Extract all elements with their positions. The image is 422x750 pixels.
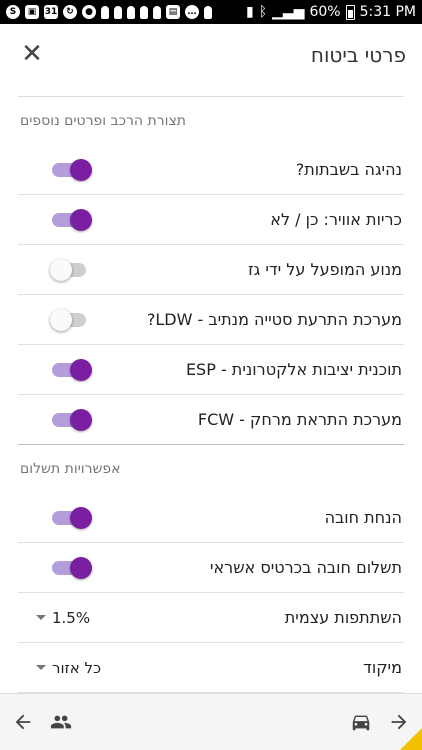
pawn-icon (127, 5, 135, 19)
setting-label: נהיגה בשבתות? (295, 160, 402, 179)
toggle-thumb (70, 158, 92, 181)
skype-icon: S (6, 5, 20, 19)
setting-row-gas-engine[interactable]: מנוע המופעל על ידי גז (18, 245, 404, 295)
section-header-vehicle: תצורת הרכב ופרטים נוספים (20, 113, 186, 129)
setting-label: תשלום חובה בכרטיס אשראי (209, 558, 402, 577)
setting-row-deductible[interactable]: 1.5% השתתפות עצמית (18, 593, 404, 643)
battery-percent: 60% (309, 4, 341, 20)
toggle-fcw[interactable] (50, 408, 92, 432)
corner-badge (400, 728, 422, 750)
deductible-value: 1.5% (52, 608, 91, 627)
setting-row-mandatory-discount[interactable]: הנחת חובה (18, 493, 404, 543)
setting-row-ldw[interactable]: מערכת התרעת סטייה מנתיב - LDW? (18, 295, 404, 345)
toggle-thumb (70, 506, 92, 529)
people-icon[interactable] (48, 709, 74, 735)
bottom-nav-bar (0, 693, 422, 750)
setting-label: מיקוד (363, 658, 402, 677)
setting-label: מנוע המופעל על ידי גז (248, 260, 402, 279)
photo-icon: ▣ (25, 5, 39, 19)
pawn-icon (204, 5, 212, 19)
toggle-thumb (70, 556, 92, 579)
pawn-icon (114, 5, 122, 19)
battery-icon (345, 4, 355, 20)
settings-list[interactable]: תצורת הרכב ופרטים נוספים נהיגה בשבתות? כ… (0, 97, 422, 693)
setting-label: השתתפות עצמית (284, 608, 402, 627)
caret-down-icon (36, 665, 46, 670)
toggle-airbags[interactable] (50, 208, 92, 232)
page-title: פרטי ביטוח (310, 43, 406, 67)
setting-row-credit-card[interactable]: תשלום חובה בכרטיס אשראי (18, 543, 404, 593)
setting-label: תוכנית יציבות אלקטרונית - ESP (185, 360, 402, 379)
app-bar: ✕ פרטי ביטוח (0, 24, 422, 86)
back-arrow-icon[interactable] (10, 709, 36, 735)
zip-dropdown[interactable]: כל אזור (36, 659, 101, 677)
setting-row-zip[interactable]: כל אזור מיקוד (18, 643, 404, 693)
pawn-icon (153, 5, 161, 19)
status-time: 5:31 PM (359, 4, 416, 20)
close-icon[interactable]: ✕ (16, 39, 48, 71)
toggle-thumb (50, 308, 72, 331)
setting-label: מערכת התראת מרחק - FCW (197, 410, 402, 429)
setting-label: מערכת התרעת סטייה מנתיב - LDW? (146, 310, 402, 329)
section-header-payment: אפשרויות תשלום (20, 461, 121, 477)
toggle-ldw[interactable] (50, 308, 90, 332)
bluetooth-icon: ᛒ (258, 4, 268, 20)
toggle-shabbat-driving[interactable] (50, 158, 92, 182)
pawn-icon (101, 5, 109, 19)
chat-icon: … (185, 5, 199, 19)
toggle-thumb (70, 208, 92, 231)
car-icon[interactable] (348, 709, 374, 735)
sync-icon: ↻ (63, 5, 77, 19)
setting-row-airbags[interactable]: כריות אוויר: כן / לא (18, 195, 404, 245)
map-icon: ▤ (166, 5, 180, 19)
zip-value: כל אזור (52, 658, 101, 677)
toggle-esp[interactable] (50, 358, 92, 382)
setting-label: הנחת חובה (324, 508, 402, 527)
deductible-dropdown[interactable]: 1.5% (36, 609, 90, 627)
toggle-credit-card[interactable] (50, 556, 92, 580)
vibrate-icon: ▮ (246, 4, 254, 20)
toggle-thumb (70, 408, 92, 431)
bottom-left-group (10, 709, 74, 735)
pawn-icon (140, 5, 148, 19)
calendar-icon: 31 (44, 5, 58, 19)
toggle-thumb (70, 358, 92, 381)
setting-row-fcw[interactable]: מערכת התראת מרחק - FCW (18, 395, 404, 445)
caret-down-icon (36, 615, 46, 620)
toggle-mandatory-discount[interactable] (50, 506, 92, 530)
notification-icons: S ▣ 31 ↻ ● ▤ … (6, 5, 212, 19)
setting-row-shabbat-driving[interactable]: נהיגה בשבתות? (18, 145, 404, 195)
toggle-gas-engine[interactable] (50, 258, 90, 282)
system-icons: ▮ ᛒ ▁▃▅ 60% 5:31 PM (246, 4, 416, 20)
toggle-thumb (50, 258, 72, 281)
status-bar: S ▣ 31 ↻ ● ▤ … ▮ ᛒ ▁▃▅ 60% 5:31 PM (0, 0, 422, 24)
setting-label: כריות אוויר: כן / לא (270, 210, 402, 229)
signal-icon: ▁▃▅ (272, 4, 305, 20)
setting-row-esp[interactable]: תוכנית יציבות אלקטרונית - ESP (18, 345, 404, 395)
location-icon: ● (82, 5, 96, 19)
